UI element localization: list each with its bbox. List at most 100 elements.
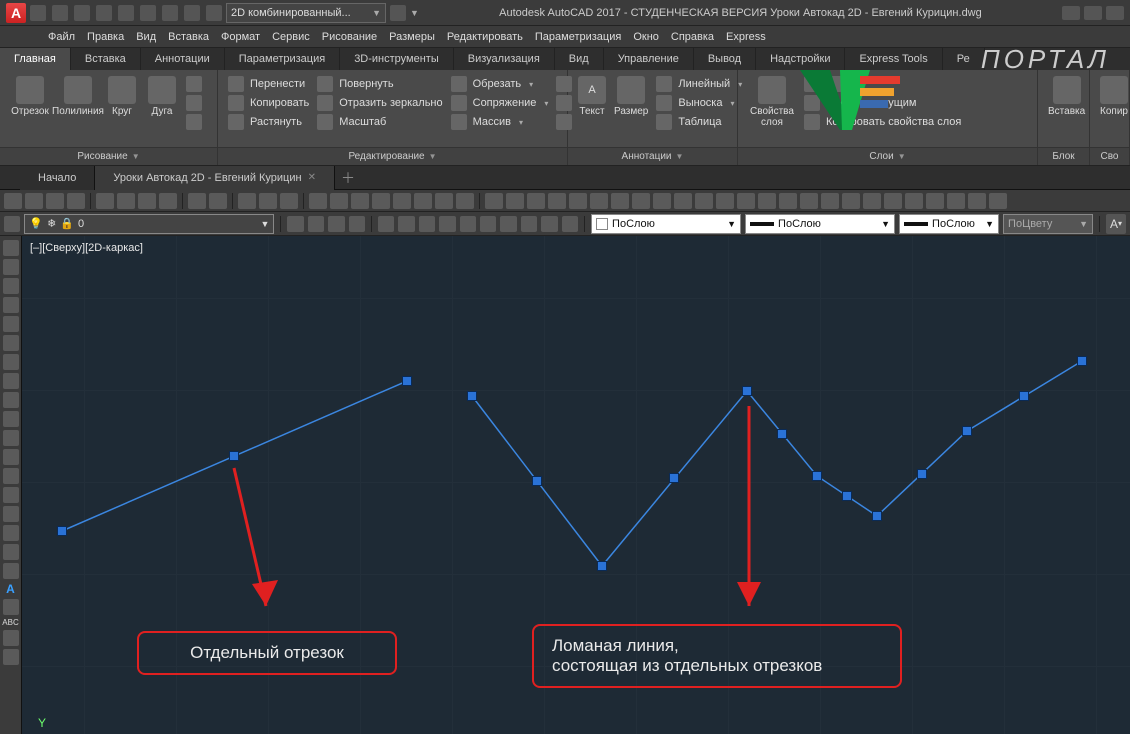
- app-logo[interactable]: A: [6, 3, 26, 23]
- chevron-down-icon[interactable]: ▼: [429, 152, 437, 161]
- drawing-canvas[interactable]: [–][Сверху][2D-каркас]: [22, 236, 1130, 734]
- lt-arc-icon[interactable]: [3, 335, 19, 351]
- tb-open-icon[interactable]: [25, 193, 43, 209]
- menu-format[interactable]: Формат: [221, 31, 260, 43]
- tb-generic-icon[interactable]: [695, 193, 713, 209]
- lt-revcloud-icon[interactable]: [3, 373, 19, 389]
- lt-xline-icon[interactable]: [3, 259, 19, 275]
- lt-insert-icon[interactable]: [3, 449, 19, 465]
- tb-generic-icon[interactable]: [309, 193, 327, 209]
- doctab-home[interactable]: Начало: [20, 166, 95, 190]
- menu-insert[interactable]: Вставка: [168, 31, 209, 43]
- ribbon-tab-parametric[interactable]: Параметризация: [225, 48, 340, 70]
- layer-row1[interactable]: [804, 76, 1027, 92]
- move-button[interactable]: Перенести: [228, 76, 309, 92]
- polyline-button[interactable]: Полилиния: [54, 74, 102, 119]
- layer-state-icon[interactable]: [4, 216, 20, 232]
- tb-generic-icon[interactable]: [351, 193, 369, 209]
- layer-dropdown[interactable]: 💡❄🔒 0 ▼: [24, 214, 274, 234]
- tb-generic-icon[interactable]: [947, 193, 965, 209]
- insert-block-button[interactable]: Вставка: [1044, 74, 1089, 119]
- grip[interactable]: [669, 473, 679, 483]
- chevron-down-icon[interactable]: ▼: [676, 152, 684, 161]
- copy-button[interactable]: Копировать: [228, 95, 309, 111]
- lt-pline-icon[interactable]: [3, 278, 19, 294]
- tb-paste-icon[interactable]: [138, 193, 156, 209]
- menu-help[interactable]: Справка: [671, 31, 714, 43]
- menu-parametric[interactable]: Параметризация: [535, 31, 621, 43]
- menu-dimension[interactable]: Размеры: [389, 31, 435, 43]
- grip[interactable]: [402, 376, 412, 386]
- tb-copy-icon[interactable]: [117, 193, 135, 209]
- tb-generic-icon[interactable]: [779, 193, 797, 209]
- lt-ellipsearc-icon[interactable]: [3, 430, 19, 446]
- match-properties-button[interactable]: Копир: [1096, 74, 1130, 119]
- tb-generic-icon[interactable]: [500, 216, 516, 232]
- grip[interactable]: [1077, 356, 1087, 366]
- ribbon-tab-re[interactable]: Ре: [943, 48, 985, 70]
- tb-pan-icon[interactable]: [238, 193, 256, 209]
- grip[interactable]: [777, 429, 787, 439]
- grip[interactable]: [917, 469, 927, 479]
- lt-point-icon[interactable]: [3, 487, 19, 503]
- minimize-icon[interactable]: [1084, 6, 1102, 20]
- ribbon-tab-3dtools[interactable]: 3D-инструменты: [340, 48, 454, 70]
- tb-generic-icon[interactable]: [863, 193, 881, 209]
- tb-match-icon[interactable]: [159, 193, 177, 209]
- tb-generic-icon[interactable]: [480, 216, 496, 232]
- stretch-button[interactable]: Растянуть: [228, 114, 309, 130]
- tb-undo-icon[interactable]: [188, 193, 206, 209]
- ribbon-tab-view[interactable]: Вид: [555, 48, 604, 70]
- lt-block-icon[interactable]: [3, 468, 19, 484]
- color-dropdown[interactable]: ПоСлою▼: [591, 214, 741, 234]
- workspace-dropdown[interactable]: 2D комбинированный... ▼: [226, 3, 386, 23]
- rotate-button[interactable]: Повернуть: [317, 76, 442, 92]
- qat-print-icon[interactable]: [184, 5, 200, 21]
- tb-generic-icon[interactable]: [287, 216, 303, 232]
- ribbon-tab-annotate[interactable]: Аннотации: [141, 48, 225, 70]
- tb-generic-icon[interactable]: [330, 193, 348, 209]
- plotstyle-dropdown[interactable]: ПоЦвету▼: [1003, 214, 1093, 234]
- tb-generic-icon[interactable]: [506, 193, 524, 209]
- layer-make-current-button[interactable]: Сделать текущим: [804, 95, 1027, 111]
- new-tab-button[interactable]: ＋: [335, 168, 361, 188]
- tb-generic-icon[interactable]: [569, 193, 587, 209]
- menu-tools[interactable]: Сервис: [272, 31, 310, 43]
- tb-generic-icon[interactable]: [821, 193, 839, 209]
- qat-settings-icon[interactable]: [206, 5, 222, 21]
- menu-edit[interactable]: Правка: [87, 31, 124, 43]
- qat-save-icon[interactable]: [74, 5, 90, 21]
- tb-generic-icon[interactable]: [611, 193, 629, 209]
- draw-extra-1[interactable]: [186, 76, 202, 92]
- tb-generic-icon[interactable]: [842, 193, 860, 209]
- grip[interactable]: [467, 391, 477, 401]
- tb-cut-icon[interactable]: [96, 193, 114, 209]
- lt-gradient-icon[interactable]: [3, 525, 19, 541]
- tb-print-icon[interactable]: [67, 193, 85, 209]
- ribbon-tab-express[interactable]: Express Tools: [845, 48, 942, 70]
- tb-generic-icon[interactable]: [926, 193, 944, 209]
- restore-icon[interactable]: [1106, 6, 1124, 20]
- menu-window[interactable]: Окно: [633, 31, 659, 43]
- tb-generic-icon[interactable]: [308, 216, 324, 232]
- tb-generic-icon[interactable]: [541, 216, 557, 232]
- tb-generic-icon[interactable]: [905, 193, 923, 209]
- tb-generic-icon[interactable]: [435, 193, 453, 209]
- lt-rect-icon[interactable]: [3, 316, 19, 332]
- menu-express[interactable]: Express: [726, 31, 766, 43]
- grip[interactable]: [872, 511, 882, 521]
- grip[interactable]: [1019, 391, 1029, 401]
- close-icon[interactable]: ✕: [308, 172, 316, 183]
- grip[interactable]: [812, 471, 822, 481]
- mirror-button[interactable]: Отразить зеркально: [317, 95, 442, 111]
- grip[interactable]: [57, 526, 67, 536]
- circle-button[interactable]: Круг: [102, 74, 142, 119]
- tb-generic-icon[interactable]: [460, 216, 476, 232]
- tb-generic-icon[interactable]: [758, 193, 776, 209]
- chevron-down-icon[interactable]: ▼: [132, 152, 140, 161]
- lt-mtext-icon[interactable]: A: [6, 582, 15, 596]
- tb-generic-icon[interactable]: [562, 216, 578, 232]
- lt-add-icon[interactable]: [3, 599, 19, 615]
- qat-redo-icon[interactable]: [162, 5, 178, 21]
- help-icon[interactable]: [1062, 6, 1080, 20]
